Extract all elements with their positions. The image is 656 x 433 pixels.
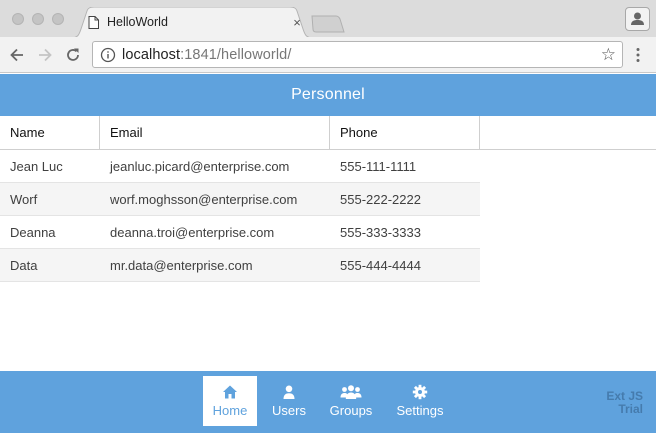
tab-title: HelloWorld <box>107 15 168 29</box>
forward-arrow-icon[interactable] <box>36 46 54 64</box>
app-title-bar: Personnel <box>0 74 656 116</box>
cell-name: Data <box>10 258 38 273</box>
column-header-phone[interactable]: Phone <box>330 116 480 149</box>
window-minimize-button[interactable] <box>32 13 44 25</box>
tab-close-icon[interactable]: × <box>290 15 304 30</box>
browser-tab-strip: HelloWorld × <box>0 0 656 38</box>
info-icon[interactable] <box>100 47 116 63</box>
cell-name: Deanna <box>10 225 56 240</box>
tab-home-label: Home <box>212 403 248 418</box>
cell-email: worf.moghsson@enterprise.com <box>110 192 298 207</box>
browser-toolbar: localhost:1841/helloworld/ ☆ <box>0 37 656 73</box>
table-row[interactable]: Data mr.data@enterprise.com 555-444-4444 <box>0 249 480 282</box>
tab-groups[interactable]: Groups <box>324 376 378 426</box>
window-zoom-button[interactable] <box>52 13 64 25</box>
gear-icon <box>412 384 428 400</box>
reload-icon[interactable] <box>64 46 82 64</box>
url-path: :1841/helloworld/ <box>180 46 292 63</box>
user-icon <box>283 385 295 399</box>
column-header-email[interactable]: Email <box>100 116 330 149</box>
ext-js-trial-watermark: Ext JS Trial <box>606 390 643 416</box>
profile-button[interactable] <box>625 7 650 31</box>
cell-name: Worf <box>10 192 38 207</box>
window-close-button[interactable] <box>12 13 24 25</box>
column-header-name[interactable]: Name <box>0 116 100 149</box>
cell-name: Jean Luc <box>10 159 63 174</box>
page-icon <box>88 15 99 29</box>
users-icon <box>340 385 362 399</box>
cell-email: deanna.troi@enterprise.com <box>110 225 275 240</box>
url-text: localhost:1841/helloworld/ <box>122 47 291 63</box>
tab-settings-label: Settings <box>396 403 444 418</box>
cell-phone: 555-444-4444 <box>340 258 421 273</box>
table-row[interactable]: Deanna deanna.troi@enterprise.com 555-33… <box>0 216 480 249</box>
cell-phone: 555-333-3333 <box>340 225 421 240</box>
home-icon <box>223 385 237 399</box>
bookmark-star-icon[interactable]: ☆ <box>601 45 616 65</box>
back-arrow-icon[interactable] <box>8 46 26 64</box>
page-title: Personnel <box>291 86 365 103</box>
tab-users-label: Users <box>272 403 306 418</box>
table-row[interactable]: Worf worf.moghsson@enterprise.com 555-22… <box>0 183 480 216</box>
tab-settings[interactable]: Settings <box>391 376 449 426</box>
watermark-line-2: Trial <box>618 402 643 416</box>
new-tab-button[interactable] <box>310 15 346 33</box>
bottom-tab-bar: Home Users Groups Settings Ext JS Trial <box>0 371 656 433</box>
person-icon <box>631 12 644 25</box>
address-bar[interactable]: localhost:1841/helloworld/ ☆ <box>92 41 623 68</box>
menu-kebab-icon[interactable] <box>635 47 641 63</box>
table-row[interactable]: Jean Luc jeanluc.picard@enterprise.com 5… <box>0 150 480 183</box>
cell-email: mr.data@enterprise.com <box>110 258 253 273</box>
cell-phone: 555-111-1111 <box>340 159 417 174</box>
url-host: localhost <box>122 46 181 63</box>
personnel-grid: Name Email Phone Jean Luc jeanluc.picard… <box>0 116 656 282</box>
cell-email: jeanluc.picard@enterprise.com <box>110 159 290 174</box>
tab-users[interactable]: Users <box>265 376 313 426</box>
grid-header: Name Email Phone <box>0 116 656 150</box>
browser-tab-content: HelloWorld × <box>88 7 304 37</box>
tab-home[interactable]: Home <box>203 376 257 426</box>
cell-phone: 555-222-2222 <box>340 192 421 207</box>
tab-groups-label: Groups <box>329 403 373 418</box>
